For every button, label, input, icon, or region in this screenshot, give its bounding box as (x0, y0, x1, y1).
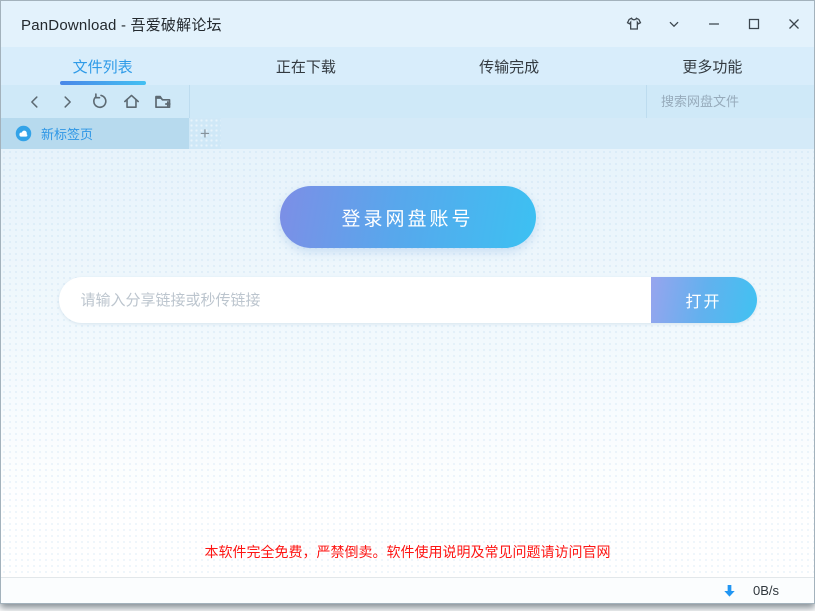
new-folder-icon (153, 92, 173, 112)
free-software-notice: 本软件完全免费，严禁倒卖。软件使用说明及常见问题请访问官网 (1, 542, 814, 562)
window-title: PanDownload - 吾爱破解论坛 (21, 14, 222, 35)
toolbar-divider (189, 85, 190, 118)
tab-transfer-complete[interactable]: 传输完成 (408, 47, 611, 85)
tab-strip-empty-area (221, 118, 814, 149)
main-content: 登录网盘账号 打开 本软件完全免费，严禁倒卖。软件使用说明及常见问题请访问官网 (1, 149, 814, 577)
titlebar: PanDownload - 吾爱破解论坛 (1, 1, 814, 47)
status-bar: 0B/s (1, 577, 814, 603)
main-nav-tabs: 文件列表 正在下载 传输完成 更多功能 (1, 47, 814, 85)
minimize-button[interactable] (694, 1, 734, 47)
share-link-row: 打开 (59, 277, 757, 323)
minimize-icon (705, 15, 723, 33)
page-tab-label: 新标签页 (41, 124, 93, 143)
refresh-icon (90, 92, 109, 111)
refresh-button[interactable] (83, 85, 115, 118)
tab-file-list[interactable]: 文件列表 (1, 47, 204, 85)
forward-button[interactable] (51, 85, 83, 118)
tab-more-features[interactable]: 更多功能 (611, 47, 814, 85)
nav-icon-group (1, 85, 179, 118)
login-button[interactable]: 登录网盘账号 (280, 186, 536, 248)
open-button[interactable]: 打开 (651, 277, 757, 323)
search-input[interactable] (647, 94, 815, 109)
forward-icon (58, 93, 76, 111)
download-speed: 0B/s (753, 583, 779, 598)
cloud-icon (15, 125, 32, 142)
home-button[interactable] (115, 85, 147, 118)
tab-downloading[interactable]: 正在下载 (204, 47, 407, 85)
close-icon (785, 15, 803, 33)
collapse-button[interactable] (654, 1, 694, 47)
page-tab-strip: 新标签页 + (1, 118, 814, 149)
maximize-icon (745, 15, 763, 33)
new-folder-button[interactable] (147, 85, 179, 118)
collapse-icon (665, 15, 683, 33)
tab-file-list-label: 文件列表 (73, 56, 133, 77)
download-arrow-icon (723, 584, 736, 598)
tab-transfer-complete-label: 传输完成 (479, 56, 539, 77)
tab-more-features-label: 更多功能 (682, 56, 742, 77)
home-icon (122, 92, 141, 111)
skin-button[interactable] (614, 1, 654, 47)
new-tab-button[interactable]: + (189, 118, 221, 149)
close-button[interactable] (774, 1, 814, 47)
tab-downloading-label: 正在下载 (276, 56, 336, 77)
titlebar-controls (614, 1, 814, 47)
toolbar (1, 85, 814, 118)
maximize-button[interactable] (734, 1, 774, 47)
skin-icon (625, 15, 643, 33)
back-icon (26, 93, 44, 111)
app-window: PanDownload - 吾爱破解论坛 (0, 0, 815, 604)
search-box (646, 85, 814, 118)
page-tab-new-tab[interactable]: 新标签页 (1, 118, 189, 149)
back-button[interactable] (19, 85, 51, 118)
